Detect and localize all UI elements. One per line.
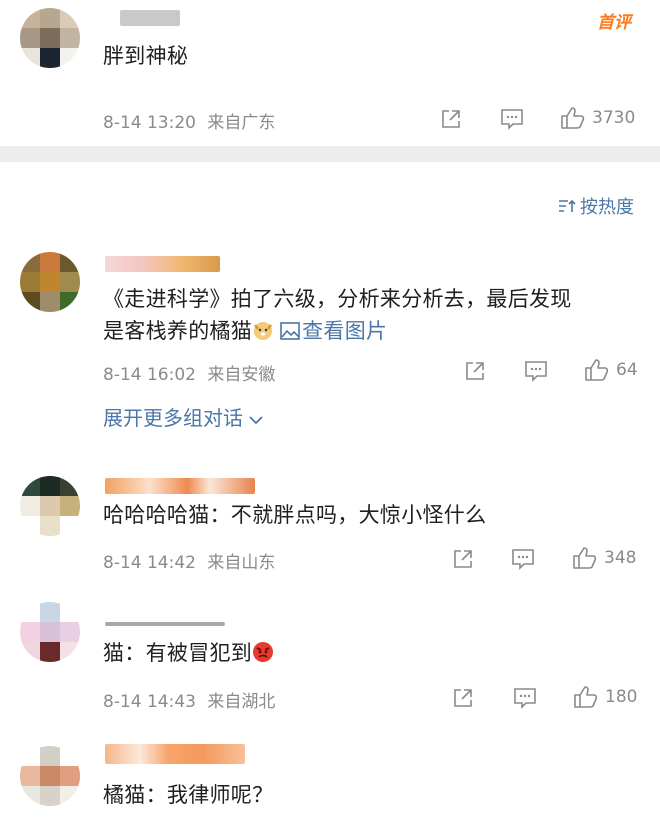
thumbs-up-icon xyxy=(573,547,597,569)
username-redacted[interactable] xyxy=(120,10,180,26)
comment-text: 哈哈哈哈猫：不就胖点吗，大惊小怪什么 xyxy=(103,503,487,527)
reply-button[interactable] xyxy=(513,687,537,709)
comment-text: 橘猫：我律师呢？ xyxy=(103,783,274,807)
expand-conversation-link[interactable]: 展开更多组对话 xyxy=(103,402,263,431)
like-count: 180 xyxy=(605,687,638,707)
angry-emoji-icon xyxy=(252,641,274,671)
avatar[interactable] xyxy=(20,8,80,68)
reply-button[interactable] xyxy=(500,108,524,130)
comment-time: 8-14 14:43 xyxy=(103,692,196,712)
chevron-down-icon xyxy=(249,416,263,425)
sort-icon xyxy=(559,199,576,212)
share-icon xyxy=(466,362,484,380)
comment-source: 来自山东 xyxy=(207,553,276,573)
comment-text-line: 《走进科学》拍了六级，分析来分析去，最后发现 xyxy=(103,287,572,311)
image-icon xyxy=(280,322,300,340)
comment-text-line: 是客栈养的橘猫 xyxy=(103,319,253,343)
comment-icon xyxy=(501,109,523,130)
comment-source: 来自湖北 xyxy=(207,692,276,712)
view-image-label: 查看图片 xyxy=(302,319,388,343)
comment-source: 来自安徽 xyxy=(207,365,276,385)
comment-icon xyxy=(514,688,536,709)
avatar[interactable] xyxy=(20,252,80,312)
like-button[interactable]: 348 xyxy=(572,546,636,570)
thumbs-up-icon xyxy=(585,359,609,381)
doge-emoji-icon xyxy=(252,319,274,349)
comment-meta: 8-14 14:43 来自湖北 xyxy=(103,687,275,712)
comment-text: 《走进科学》拍了六级，分析来分析去，最后发现 是客栈养的橘猫 查看图片 xyxy=(103,284,572,349)
username-redacted[interactable] xyxy=(105,622,225,626)
comment-meta: 8-14 16:02 来自安徽 xyxy=(103,360,275,385)
first-comment-badge: 首评 xyxy=(597,13,631,33)
sort-label: 按热度 xyxy=(580,197,634,218)
share-icon xyxy=(442,110,460,128)
comment-text: 猫：有被冒犯到 xyxy=(103,638,274,671)
avatar[interactable] xyxy=(20,746,80,806)
share-button[interactable] xyxy=(440,108,462,130)
comment-text: 胖到神秘 xyxy=(103,44,189,68)
section-divider xyxy=(0,146,660,162)
comment-time: 8-14 16:02 xyxy=(103,365,196,385)
comment-time: 8-14 13:20 xyxy=(103,113,196,133)
comment-meta: 8-14 14:42 来自山东 xyxy=(103,548,275,573)
share-icon xyxy=(454,689,472,707)
username-redacted[interactable] xyxy=(105,744,245,764)
share-button[interactable] xyxy=(452,548,474,570)
share-icon xyxy=(454,550,472,568)
comment-time: 8-14 14:42 xyxy=(103,553,196,573)
reply-button[interactable] xyxy=(524,360,548,382)
avatar[interactable] xyxy=(20,602,80,662)
username-redacted[interactable] xyxy=(105,256,220,272)
thumbs-up-icon xyxy=(561,107,585,129)
comment-icon xyxy=(512,549,534,570)
expand-label: 展开更多组对话 xyxy=(103,406,243,430)
share-button[interactable] xyxy=(452,687,474,709)
like-button[interactable]: 64 xyxy=(584,358,638,382)
like-count: 3730 xyxy=(592,108,636,128)
comment-text-line: 猫：有被冒犯到 xyxy=(103,641,253,665)
like-button[interactable]: 3730 xyxy=(560,106,635,130)
like-count: 64 xyxy=(616,360,638,380)
share-button[interactable] xyxy=(464,360,486,382)
sort-by-hot-button[interactable]: 按热度 xyxy=(558,193,634,219)
comment-meta: 8-14 13:20 来自广东 xyxy=(103,108,275,133)
view-image-link[interactable]: 查看图片 xyxy=(280,319,387,343)
thumbs-up-icon xyxy=(574,686,598,708)
like-button[interactable]: 180 xyxy=(573,685,637,709)
username-redacted[interactable] xyxy=(105,478,255,494)
comment-source: 来自广东 xyxy=(207,113,276,133)
comment-icon xyxy=(525,361,547,382)
reply-button[interactable] xyxy=(511,548,535,570)
like-count: 348 xyxy=(604,548,637,568)
avatar[interactable] xyxy=(20,476,80,536)
